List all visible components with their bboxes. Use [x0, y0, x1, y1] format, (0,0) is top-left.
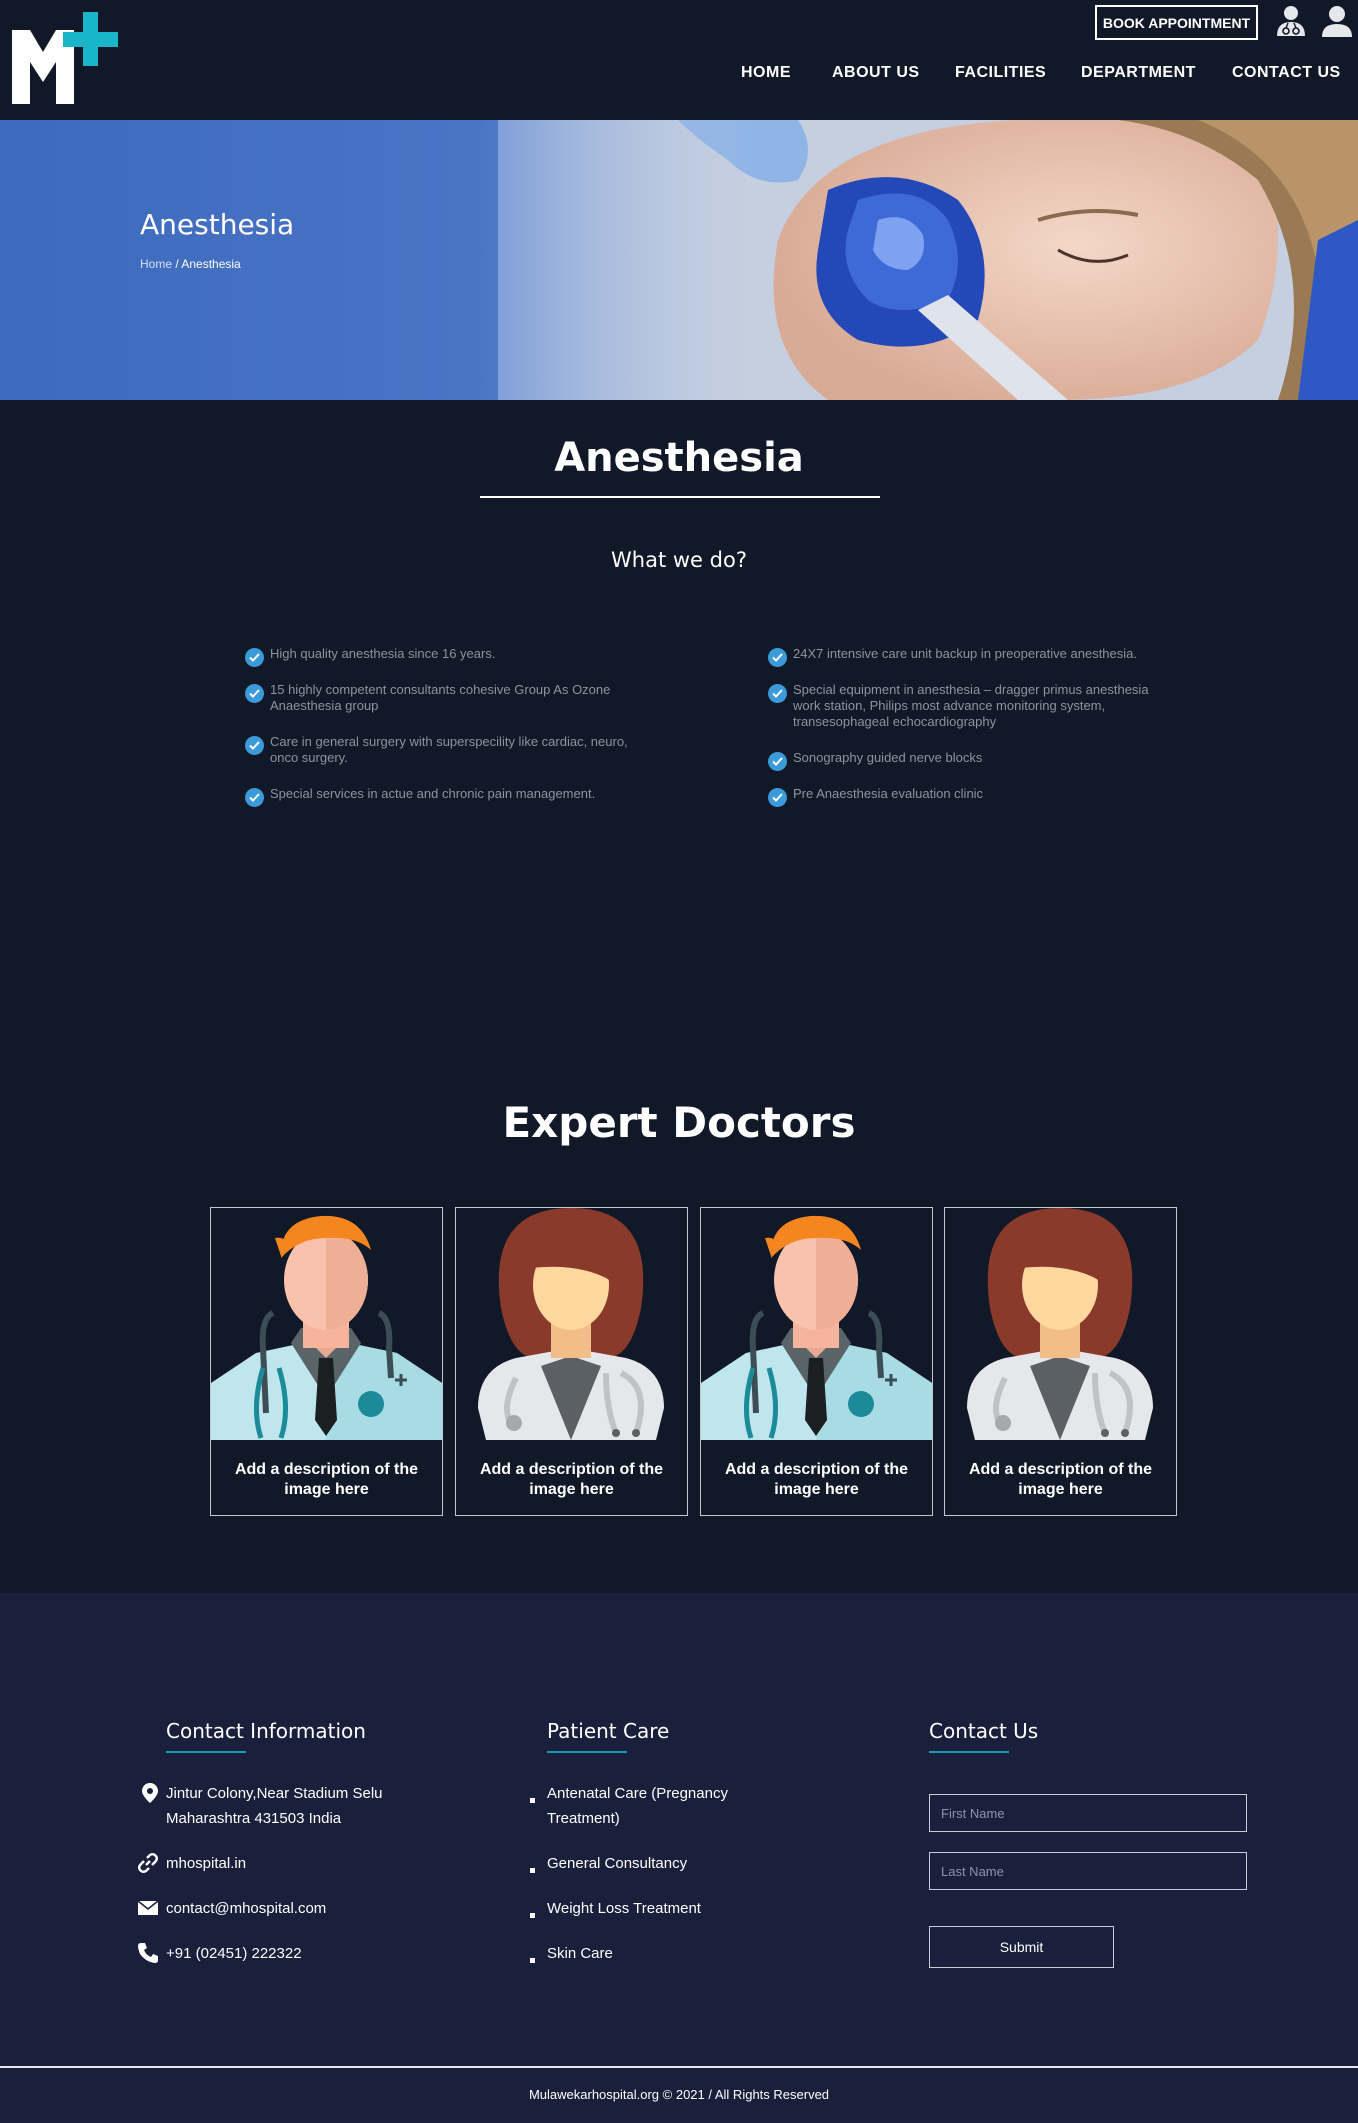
female-doctor-avatar — [478, 1208, 664, 1440]
list-bullet — [530, 1798, 535, 1803]
feature-text: Special services in actue and chronic pa… — [270, 786, 596, 801]
section-title-expert-doctors: Expert Doctors — [502, 1098, 856, 1147]
list-bullet — [530, 1958, 535, 1963]
footer-address-line1: Jintur Colony,Near Stadium Selu — [166, 1785, 383, 1802]
check-icon — [245, 788, 264, 807]
site-header: BOOK APPOINTMENT HOME ABOUT US FACILITIE… — [0, 0, 1358, 120]
phone-icon — [138, 1943, 158, 1963]
check-icon — [768, 752, 787, 771]
footer-link-general-consultancy[interactable]: General Consultancy — [547, 1851, 687, 1876]
check-icon — [245, 648, 264, 667]
feature-text: High quality anesthesia since 16 years. — [270, 646, 496, 661]
heading-underline — [929, 1751, 1009, 1753]
feature-text: Sonography guided nerve blocks — [793, 750, 983, 765]
doctor-card-caption: Add a description of the image here — [234, 1461, 419, 1498]
doctor-card-caption: Add a description of the image here — [479, 1461, 664, 1498]
doctor-card[interactable]: Add a description of the image here — [455, 1207, 688, 1516]
hero-title: Anesthesia — [140, 208, 295, 241]
male-doctor-avatar — [211, 1215, 442, 1440]
location-pin-icon — [142, 1783, 158, 1803]
link-icon — [138, 1853, 158, 1873]
check-icon — [768, 648, 787, 667]
title-underline — [480, 496, 880, 498]
feature-text: Pre Anaesthesia evaluation clinic — [793, 786, 984, 801]
footer-divider — [0, 2066, 1358, 2068]
feature-text: 15 highly competent consultants cohesive… — [270, 682, 611, 713]
section-subtitle: What we do? — [611, 548, 747, 572]
doctor-icon[interactable] — [1274, 4, 1308, 38]
user-icon[interactable] — [1320, 4, 1354, 38]
submit-button[interactable]: Submit — [929, 1926, 1114, 1968]
feature-item: 24X7 intensive care unit backup in preop… — [768, 646, 1168, 667]
feature-item: 15 highly competent consultants cohesive… — [245, 682, 645, 714]
heading-underline — [547, 1751, 627, 1753]
footer-heading-patient-care: Patient Care — [547, 1719, 670, 1743]
doctor-card[interactable]: Add a description of the image here — [944, 1207, 1177, 1516]
first-name-field[interactable] — [929, 1794, 1247, 1832]
nav-facilities[interactable]: FACILITIES — [955, 64, 1046, 82]
breadcrumb-separator: / — [172, 257, 182, 271]
doctor-card-caption: Add a description of the image here — [724, 1461, 909, 1498]
footer-phone-link[interactable]: +91 (02451) 222322 — [166, 1941, 302, 1966]
footer-email-link[interactable]: contact@mhospital.com — [166, 1896, 326, 1921]
doctor-card[interactable]: Add a description of the image here — [210, 1207, 443, 1516]
doctor-card-caption: Add a description of the image here — [968, 1461, 1153, 1498]
page-hero-banner: Anesthesia Home / Anesthesia — [0, 120, 1358, 400]
copyright-text: Mulawekarhospital.org © 2021 / All Right… — [528, 2087, 830, 2102]
male-doctor-avatar — [701, 1215, 932, 1440]
footer-link-antenatal-care[interactable]: Antenatal Care (Pregnancy Treatment) — [547, 1781, 777, 1831]
last-name-field[interactable] — [929, 1852, 1247, 1890]
check-icon — [245, 736, 264, 755]
site-footer: Contact Information Jintur Colony,Near S… — [0, 1593, 1358, 2123]
feature-item: Special equipment in anesthesia – dragge… — [768, 682, 1168, 730]
feature-item: Special services in actue and chronic pa… — [245, 786, 645, 807]
hero-image-patient-anesthesia — [498, 120, 1358, 400]
mail-icon — [137, 1900, 159, 1915]
feature-text: Care in general surgery with superspecil… — [270, 734, 628, 765]
footer-link-weight-loss[interactable]: Weight Loss Treatment — [547, 1896, 701, 1921]
doctor-card[interactable]: Add a description of the image here — [700, 1207, 933, 1516]
feature-item: Pre Anaesthesia evaluation clinic — [768, 786, 1168, 807]
breadcrumb: Home / Anesthesia — [140, 257, 241, 271]
feature-text: Special equipment in anesthesia – dragge… — [793, 682, 1149, 729]
footer-address-line2: Maharashtra 431503 India — [166, 1810, 342, 1827]
footer-website-link[interactable]: mhospital.in — [166, 1851, 246, 1876]
book-appointment-button[interactable]: BOOK APPOINTMENT — [1095, 5, 1258, 40]
check-icon — [768, 684, 787, 703]
heading-underline — [166, 1751, 246, 1753]
footer-heading-contact-info: Contact Information — [166, 1719, 366, 1743]
nav-contact-us[interactable]: CONTACT US — [1232, 64, 1341, 82]
breadcrumb-home-link[interactable]: Home — [140, 257, 172, 271]
nav-about-us[interactable]: ABOUT US — [832, 64, 920, 82]
feature-item: Care in general surgery with superspecil… — [245, 734, 645, 766]
check-icon — [768, 788, 787, 807]
feature-text: 24X7 intensive care unit backup in preop… — [793, 646, 1137, 661]
nav-department[interactable]: DEPARTMENT — [1081, 64, 1196, 82]
footer-heading-contact-us: Contact Us — [929, 1719, 1039, 1743]
feature-item: High quality anesthesia since 16 years. — [245, 646, 645, 667]
footer-link-skin-care[interactable]: Skin Care — [547, 1941, 613, 1966]
list-bullet — [530, 1868, 535, 1873]
nav-home[interactable]: HOME — [741, 64, 791, 82]
check-icon — [245, 684, 264, 703]
feature-item: Sonography guided nerve blocks — [768, 750, 1168, 771]
hospital-logo[interactable] — [12, 12, 118, 106]
section-title-anesthesia: Anesthesia — [554, 435, 804, 481]
female-doctor-avatar — [967, 1208, 1153, 1440]
list-bullet — [530, 1913, 535, 1918]
breadcrumb-current: Anesthesia — [181, 257, 241, 271]
